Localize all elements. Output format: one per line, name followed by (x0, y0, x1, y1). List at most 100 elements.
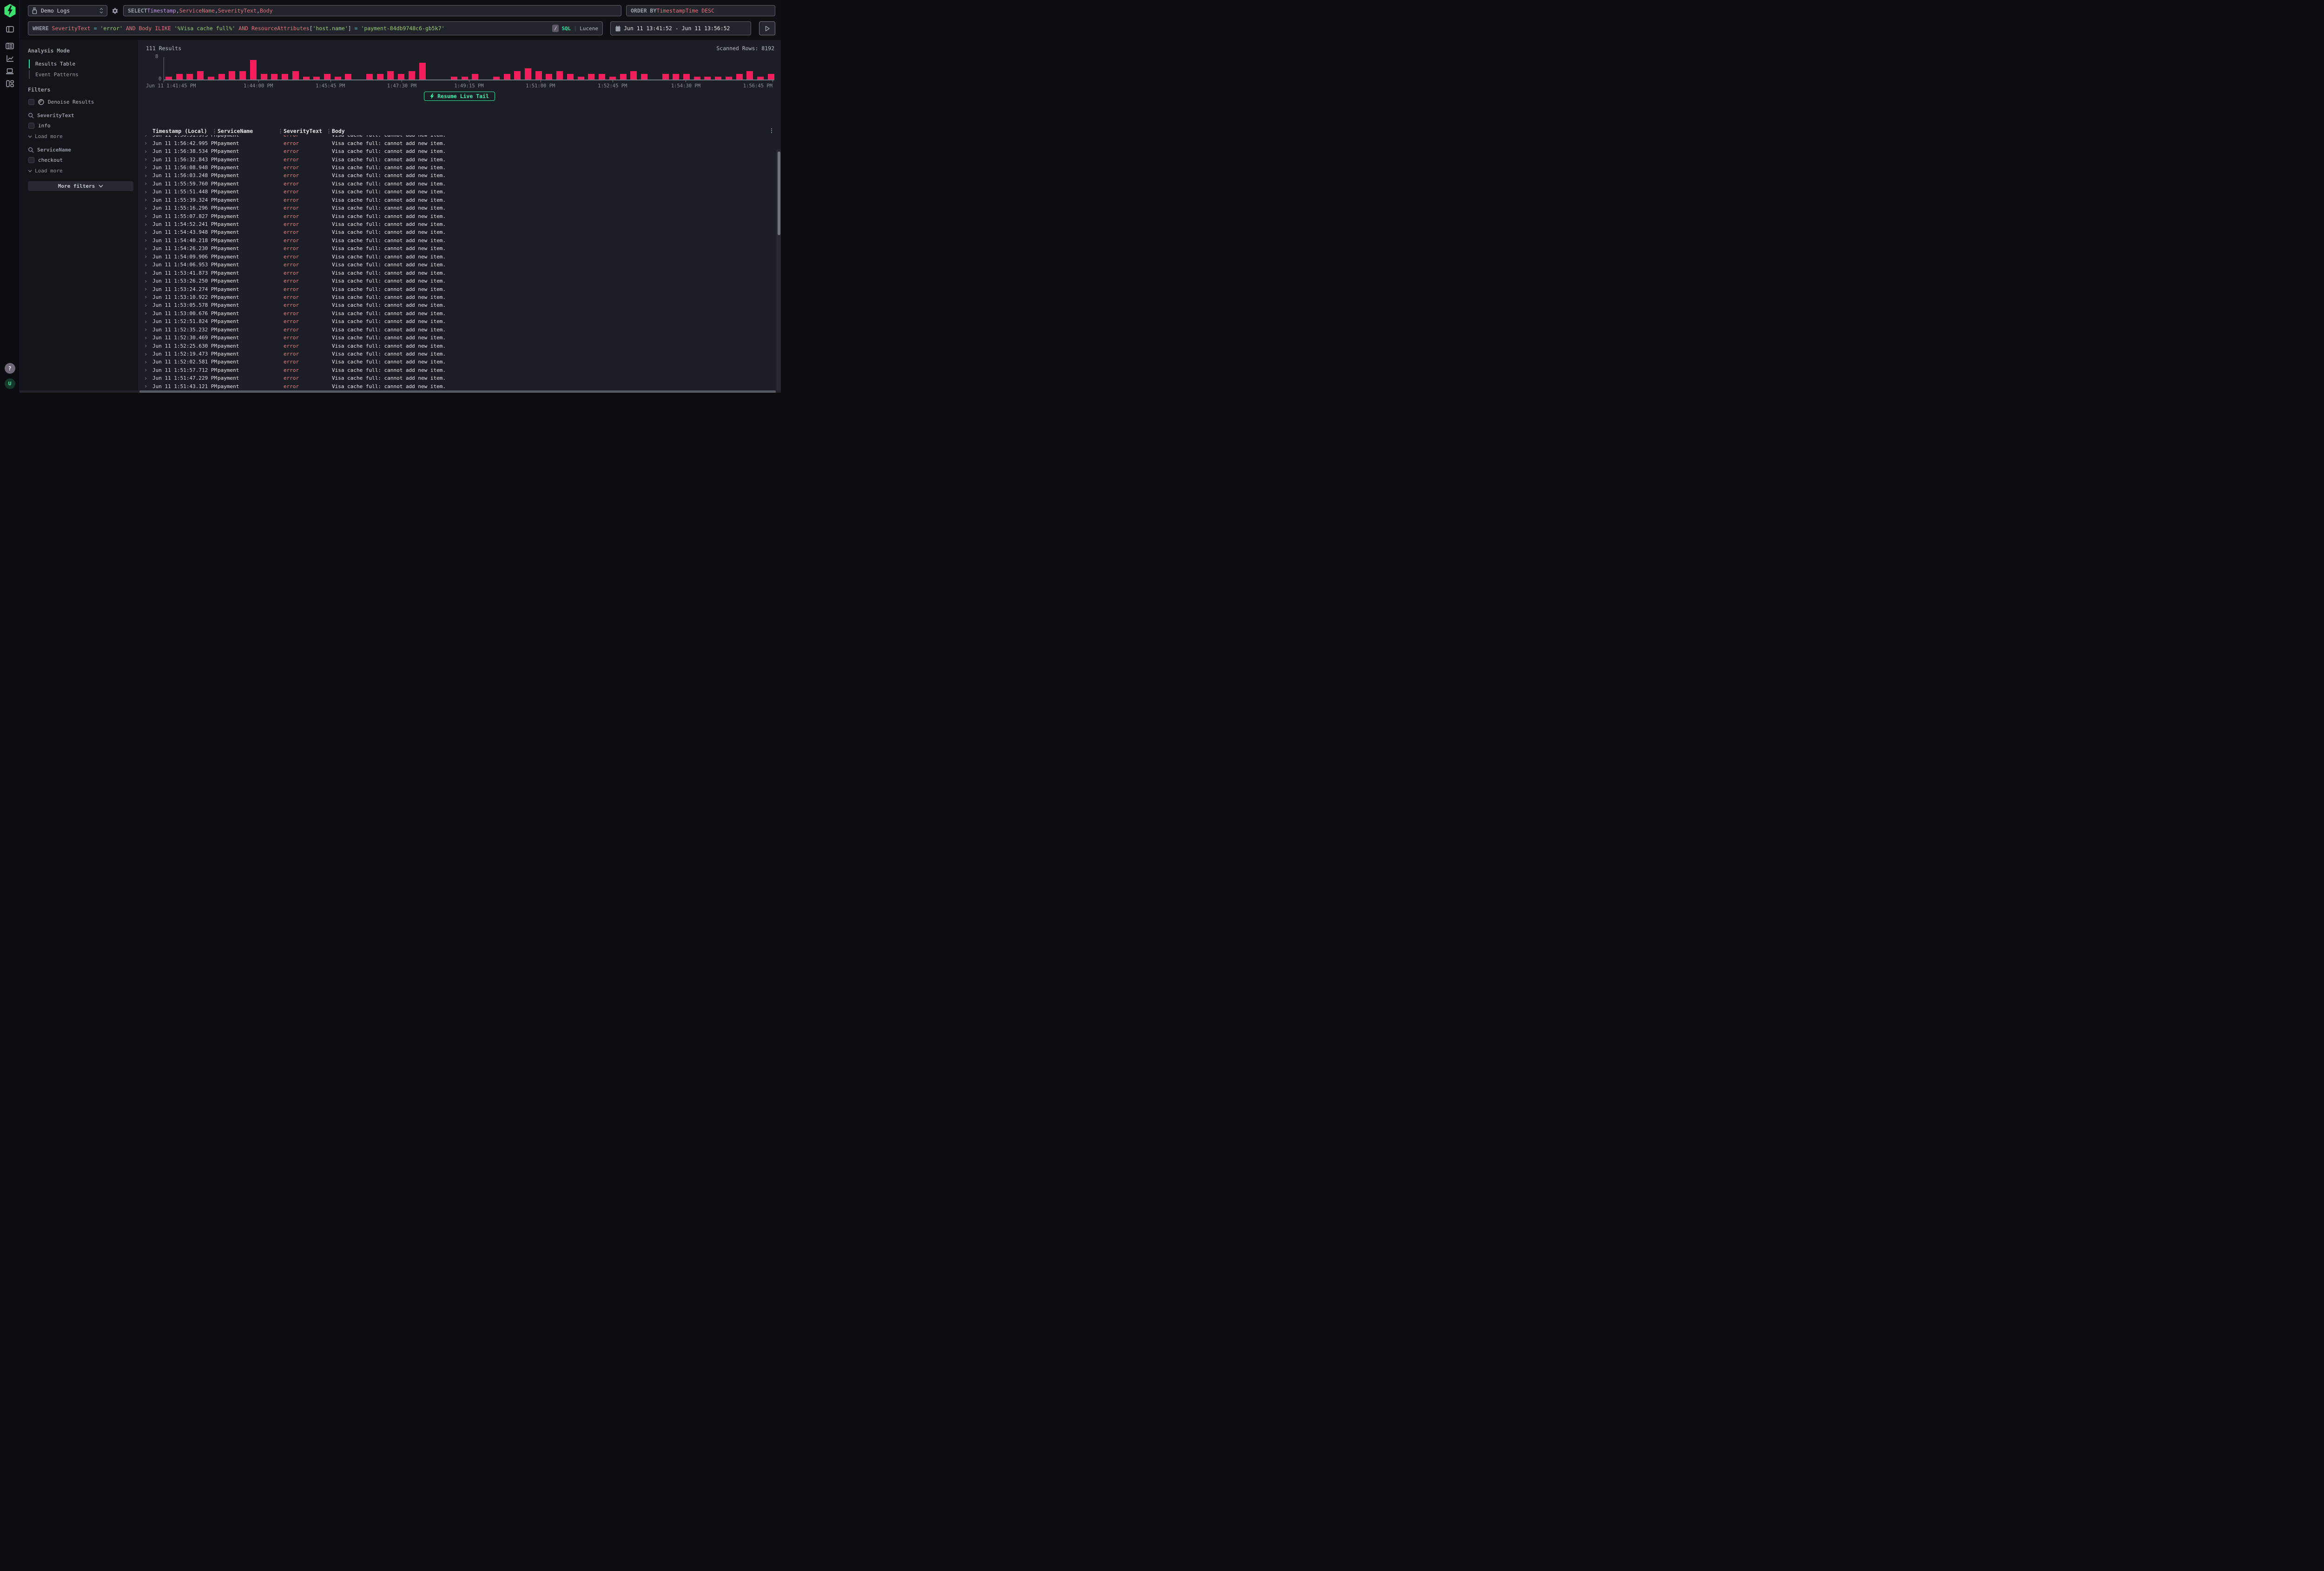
table-row[interactable]: ›Jun 11 1:55:16.296 PMpaymenterrorVisa c… (138, 204, 781, 212)
table-row[interactable]: ›Jun 11 1:56:03.248 PMpaymenterrorVisa c… (138, 172, 781, 179)
histogram-bar[interactable] (641, 74, 647, 79)
table-row[interactable]: ›Jun 11 1:55:59.760 PMpaymenterrorVisa c… (138, 180, 781, 188)
table-row[interactable]: ›Jun 11 1:56:32.843 PMpaymenterrorVisa c… (138, 155, 781, 163)
table-scroll-viewport[interactable]: ›Jun 11 1:56:51.975 PMpaymenterrorVisa c… (138, 135, 781, 393)
histogram-bar[interactable] (525, 68, 531, 79)
filter-group-header[interactable]: SeverityText (28, 112, 133, 119)
histogram-bar[interactable] (261, 74, 267, 79)
histogram-bar[interactable] (409, 71, 415, 79)
select-clause-input[interactable]: SELECT Timestamp, ServiceName, SeverityT… (123, 5, 621, 16)
histogram-bar[interactable] (398, 74, 404, 79)
denoise-results-toggle[interactable]: Denoise Results (28, 99, 133, 105)
chart-explorer-icon[interactable] (6, 54, 14, 63)
table-row[interactable]: ›Jun 11 1:51:57.712 PMpaymenterrorVisa c… (138, 366, 781, 374)
filter-checkbox[interactable] (28, 123, 34, 129)
histogram-bar[interactable] (282, 74, 288, 79)
histogram-bar[interactable] (535, 71, 542, 79)
histogram-bar[interactable] (387, 71, 394, 79)
toggle-sidebar-icon[interactable] (6, 25, 14, 33)
histogram-bar[interactable] (556, 71, 563, 79)
vertical-scrollbar-thumb[interactable] (778, 152, 780, 235)
filter-group-header[interactable]: ServiceName (28, 147, 133, 153)
help-button[interactable]: ? (5, 363, 15, 374)
col-timestamp[interactable]: Timestamp (Local) (152, 128, 212, 134)
histogram-bar[interactable] (546, 74, 552, 79)
histogram-bar[interactable] (683, 74, 690, 79)
table-row[interactable]: ›Jun 11 1:54:43.948 PMpaymenterrorVisa c… (138, 228, 781, 236)
order-by-input[interactable]: ORDER BY TimestampTime DESC (626, 5, 775, 16)
table-row[interactable]: ›Jun 11 1:54:09.906 PMpaymenterrorVisa c… (138, 253, 781, 261)
histogram-bar[interactable] (673, 74, 679, 79)
table-options-menu-icon[interactable]: ⋮ (769, 127, 774, 134)
filter-option-info[interactable]: info (28, 123, 133, 129)
resume-live-tail-button[interactable]: Resume Live Tail (424, 92, 495, 101)
histogram-bar[interactable] (567, 74, 574, 79)
histogram-bar[interactable] (599, 74, 605, 79)
histogram-bar[interactable] (377, 74, 383, 79)
table-row[interactable]: ›Jun 11 1:53:00.676 PMpaymenterrorVisa c… (138, 310, 781, 317)
histogram-bar[interactable] (345, 74, 351, 79)
table-row[interactable]: ›Jun 11 1:56:38.534 PMpaymenterrorVisa c… (138, 147, 781, 155)
mode-results-table[interactable]: Results Table (29, 59, 133, 69)
table-row[interactable]: ›Jun 11 1:53:26.250 PMpaymenterrorVisa c… (138, 277, 781, 285)
lucene-mode-button[interactable]: Lucene (580, 26, 598, 32)
table-row[interactable]: ›Jun 11 1:51:43.121 PMpaymenterrorVisa c… (138, 383, 781, 390)
table-row[interactable]: ›Jun 11 1:54:52.241 PMpaymenterrorVisa c… (138, 220, 781, 228)
table-row[interactable]: ›Jun 11 1:52:30.469 PMpaymenterrorVisa c… (138, 334, 781, 342)
column-drag-handle-icon[interactable]: ⋮ (212, 128, 218, 134)
table-row[interactable]: ›Jun 11 1:55:51.448 PMpaymenterrorVisa c… (138, 188, 781, 196)
histogram-bar[interactable] (588, 74, 594, 79)
table-row[interactable]: ›Jun 11 1:53:10.922 PMpaymenterrorVisa c… (138, 293, 781, 301)
histogram-bar[interactable] (271, 74, 277, 79)
histogram-bar[interactable] (292, 71, 299, 79)
table-row[interactable]: ›Jun 11 1:52:35.232 PMpaymenterrorVisa c… (138, 326, 781, 334)
histogram-bar[interactable] (746, 71, 753, 79)
table-row[interactable]: ›Jun 11 1:54:26.230 PMpaymenterrorVisa c… (138, 244, 781, 252)
histogram-bar[interactable] (504, 74, 510, 79)
histogram-bar[interactable] (250, 60, 257, 79)
table-row[interactable]: ›Jun 11 1:52:25.630 PMpaymenterrorVisa c… (138, 342, 781, 350)
histogram-bar[interactable] (197, 71, 204, 79)
histogram-bar[interactable] (218, 74, 225, 79)
table-row[interactable]: ›Jun 11 1:55:07.827 PMpaymenterrorVisa c… (138, 212, 781, 220)
column-drag-handle-icon[interactable]: ⋮ (326, 128, 332, 134)
source-select[interactable]: Demo Logs (28, 5, 107, 16)
table-row[interactable]: ›Jun 11 1:52:19.473 PMpaymenterrorVisa c… (138, 350, 781, 358)
table-row[interactable]: ›Jun 11 1:54:06.953 PMpaymenterrorVisa c… (138, 261, 781, 269)
user-avatar[interactable]: U (5, 378, 15, 389)
table-row[interactable]: ›Jun 11 1:55:39.324 PMpaymenterrorVisa c… (138, 196, 781, 204)
column-drag-handle-icon[interactable]: ⋮ (278, 128, 284, 134)
histogram-bar[interactable] (620, 74, 627, 79)
table-row[interactable]: ›Jun 11 1:53:41.873 PMpaymenterrorVisa c… (138, 269, 781, 277)
col-servicename[interactable]: ServiceName (218, 128, 278, 134)
histogram-bar[interactable] (176, 74, 183, 79)
time-range-picker[interactable]: Jun 11 13:41:52 - Jun 11 13:56:52 (610, 21, 751, 35)
col-body[interactable]: Body (332, 128, 781, 134)
table-row[interactable]: ›Jun 11 1:56:08.948 PMpaymenterrorVisa c… (138, 164, 781, 172)
col-severitytext[interactable]: SeverityText (284, 128, 326, 134)
histogram-bar[interactable] (736, 74, 743, 79)
table-row[interactable]: ›Jun 11 1:52:02.581 PMpaymenterrorVisa c… (138, 358, 781, 366)
search-logs-icon[interactable] (6, 42, 14, 50)
table-row[interactable]: ›Jun 11 1:56:42.995 PMpaymenterrorVisa c… (138, 139, 781, 147)
table-row[interactable]: ›Jun 11 1:54:40.218 PMpaymenterrorVisa c… (138, 237, 781, 244)
histogram-bar[interactable] (768, 74, 774, 79)
histogram-bar[interactable] (239, 71, 246, 79)
source-settings-gear-icon[interactable] (112, 7, 119, 14)
histogram-bar[interactable] (229, 71, 235, 79)
where-clause-input[interactable]: WHERE SeverityText = 'error' AND Body IL… (28, 21, 603, 35)
histogram-bar[interactable] (186, 74, 193, 79)
histogram-bar[interactable] (514, 71, 521, 79)
sessions-icon[interactable] (6, 67, 14, 75)
table-row[interactable]: ›Jun 11 1:53:24.274 PMpaymenterrorVisa c… (138, 285, 781, 293)
table-row[interactable]: ›Jun 11 1:53:05.578 PMpaymenterrorVisa c… (138, 301, 781, 309)
mode-event-patterns[interactable]: Event Patterns (29, 69, 133, 80)
histogram-bar[interactable] (472, 74, 478, 79)
filter-option-checkout[interactable]: checkout (28, 157, 133, 163)
load-more-servicename[interactable]: Load more (28, 168, 133, 174)
sql-mode-button[interactable]: SQL (561, 26, 571, 32)
table-row[interactable]: ›Jun 11 1:51:47.229 PMpaymenterrorVisa c… (138, 374, 781, 382)
histogram-bar[interactable] (366, 74, 373, 79)
histogram-bar[interactable] (630, 71, 637, 79)
histogram-bar[interactable] (662, 74, 669, 79)
